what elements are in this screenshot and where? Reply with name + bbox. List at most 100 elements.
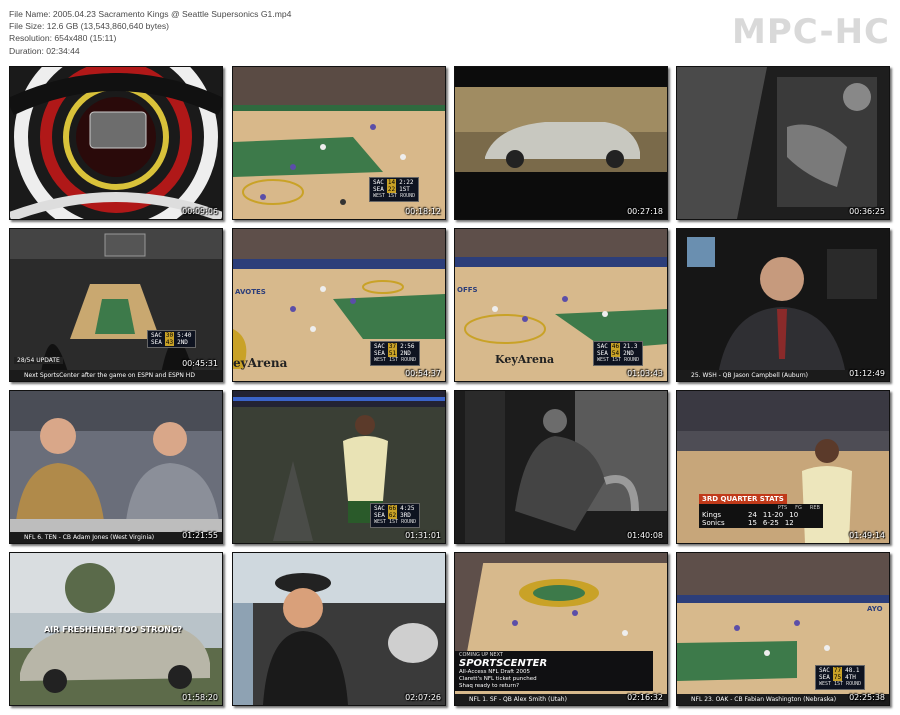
period: 2ND	[177, 339, 188, 346]
score-bug: SAC 66 4:25 SEA 62 3RD WEST 1ST ROUND	[370, 503, 421, 528]
thumbnail-8[interactable]: 25. WSH - QB Jason Campbell (Auburn) 01:…	[676, 228, 890, 382]
score-home: 75	[832, 674, 843, 681]
sportscenter-title: SPORTSCENTER	[459, 658, 548, 669]
timestamp: 01:21:55	[182, 531, 218, 540]
stat-pts: 15	[748, 519, 757, 527]
thumbnail-image	[455, 391, 667, 543]
stat-fg: 6-25	[762, 519, 779, 527]
timestamp: 00:36:25	[849, 207, 885, 216]
thumbnail-7[interactable]: OFFS KeyArena SAC 46 21.3 SEA 54 2ND WEST 1S…	[454, 228, 668, 382]
thumbnail-1[interactable]: 00:09:06	[9, 66, 223, 220]
thumbnail-16[interactable]: AYO SAC 77 48.1 SEA 75 4TH WEST 1ST ROUND NF…	[676, 552, 890, 706]
team-away: SAC	[597, 343, 608, 350]
ad-caption: AIR FRESHENER TOO STRONG?	[44, 625, 183, 634]
stats-row: Sonics 15 6-25 12	[702, 519, 820, 527]
court-lettering: KeyArena	[495, 353, 555, 366]
thumbnail-4[interactable]: 00:36:25	[676, 66, 890, 220]
thumbnail-3[interactable]: 00:27:18	[454, 66, 668, 220]
courtside-banner: OFFS	[457, 286, 478, 294]
court-lettering: eyArena	[233, 356, 288, 370]
thumbnail-11[interactable]: 01:40:08	[454, 390, 668, 544]
timestamp: 01:12:49	[849, 369, 885, 378]
score-bug: SAC 37 2:56 SEA 51 2ND WEST 1ST ROUND	[370, 341, 421, 366]
promo-bullet: Shaq ready to return?	[459, 683, 519, 689]
timestamp: 00:18:12	[405, 207, 441, 216]
stats-title: 3RD QUARTER STATS	[699, 494, 787, 504]
sportscenter-promo: COMING UP NEXT SPORTSCENTER All-Access N…	[455, 651, 653, 691]
thumbnail-image	[233, 553, 445, 705]
stat-pts: 24	[748, 511, 757, 519]
thumbnail-2[interactable]: SAC 14 2:22 SEA 22 1ST WEST 1ST ROUND 00:18:…	[232, 66, 446, 220]
courtside-banner: AYO	[867, 605, 883, 613]
team-away: SAC	[151, 332, 162, 339]
score-home: 22	[386, 186, 397, 193]
thumbnail-10[interactable]: SAC 66 4:25 SEA 62 3RD WEST 1ST ROUND 01:31:…	[232, 390, 446, 544]
score-bug: SAC 30 5:40 SEA 43 2ND	[147, 330, 196, 348]
game-clock: 21.3	[623, 343, 638, 350]
timestamp: 00:09:06	[182, 207, 218, 216]
thumbnail-12[interactable]: 3RD QUARTER STATS PTS FG REB Kings 24 11…	[676, 390, 890, 544]
score-home: 43	[164, 339, 175, 346]
team-home: SEA	[819, 674, 830, 681]
stat-fg: 11-20	[762, 511, 784, 519]
thumbnail-6[interactable]: AVOTES eyArena SAC 37 2:56 SEA 51 2ND WEST 1…	[232, 228, 446, 382]
thumbnail-image	[677, 229, 889, 381]
team-name: Kings	[702, 511, 722, 519]
score-bug: SAC 14 2:22 SEA 22 1ST WEST 1ST ROUND	[369, 177, 420, 202]
bottom-ticker: Next SportsCenter after the game on ESPN…	[10, 370, 222, 381]
promo-bullet: All-Access NFL Draft 2005	[459, 669, 530, 675]
game-clock: 2:56	[400, 343, 415, 350]
thumbnail-14[interactable]: 02:07:26	[232, 552, 446, 706]
courtside-banner: AVOTES	[235, 288, 266, 296]
round-label: WEST 1ST ROUND	[597, 357, 640, 363]
timestamp: 01:31:01	[405, 531, 441, 540]
thumbnail-15[interactable]: COMING UP NEXT SPORTSCENTER All-Access N…	[454, 552, 668, 706]
period: 1ST	[399, 186, 410, 193]
team-away: SAC	[374, 505, 385, 512]
team-home: SEA	[374, 512, 385, 519]
team-home: SEA	[374, 350, 385, 357]
thumbnail-image	[10, 391, 222, 543]
round-label: WEST 1ST ROUND	[374, 357, 417, 363]
score-away: 77	[832, 667, 843, 674]
timestamp: 01:03:43	[627, 369, 663, 378]
stats-header-reb: REB	[809, 505, 820, 511]
timestamp: 01:49:14	[849, 531, 885, 540]
period: 2ND	[400, 350, 411, 357]
stats-table: PTS FG REB Kings 24 11-20 10 Sonics 15 6…	[699, 504, 823, 528]
round-label: WEST 1ST ROUND	[374, 519, 417, 525]
team-home: SEA	[597, 350, 608, 357]
team-name: Sonics	[702, 519, 725, 527]
team-away: SAC	[373, 179, 384, 186]
team-away: SAC	[374, 343, 385, 350]
score-away: 14	[386, 179, 397, 186]
round-label: WEST 1ST ROUND	[819, 681, 862, 687]
promo-bullet: Clarett's NFL ticket punched	[459, 676, 537, 682]
thumbnail-9[interactable]: NFL 6. TEN - CB Adam Jones (West Virgini…	[9, 390, 223, 544]
score-bug: SAC 77 48.1 SEA 75 4TH WEST 1ST ROUND	[815, 665, 866, 690]
thumbnail-5[interactable]: 28/54 UPDATE SAC 30 5:40 SEA 43 2ND Next Spo…	[9, 228, 223, 382]
stat-reb: 10	[789, 511, 799, 519]
timestamp: 02:25:38	[849, 693, 885, 702]
game-clock: 2:22	[399, 179, 414, 186]
game-clock: 5:40	[177, 332, 192, 339]
score-away: 46	[610, 343, 621, 350]
score-bug: SAC 46 21.3 SEA 54 2ND WEST 1ST ROUND	[593, 341, 644, 366]
period: 2ND	[623, 350, 634, 357]
thumbnail-image	[455, 67, 667, 219]
update-ticker: 28/54 UPDATE	[14, 357, 63, 364]
team-home: SEA	[373, 186, 384, 193]
thumbnail-grid: 00:09:06 SAC 14 2:22 SEA 22 1ST WEST 1ST ROU…	[0, 0, 900, 715]
score-away: 30	[164, 332, 175, 339]
stats-row: Kings 24 11-20 10	[702, 511, 820, 519]
timestamp: 02:16:32	[627, 693, 663, 702]
thumbnail-image	[677, 67, 889, 219]
team-home: SEA	[151, 339, 162, 346]
score-home: 54	[610, 350, 621, 357]
timestamp: 02:07:26	[405, 693, 441, 702]
period: 4TH	[845, 674, 856, 681]
score-home: 51	[387, 350, 398, 357]
thumbnail-13[interactable]: AIR FRESHENER TOO STRONG? 01:58:20	[9, 552, 223, 706]
score-home: 62	[387, 512, 398, 519]
team-away: SAC	[819, 667, 830, 674]
